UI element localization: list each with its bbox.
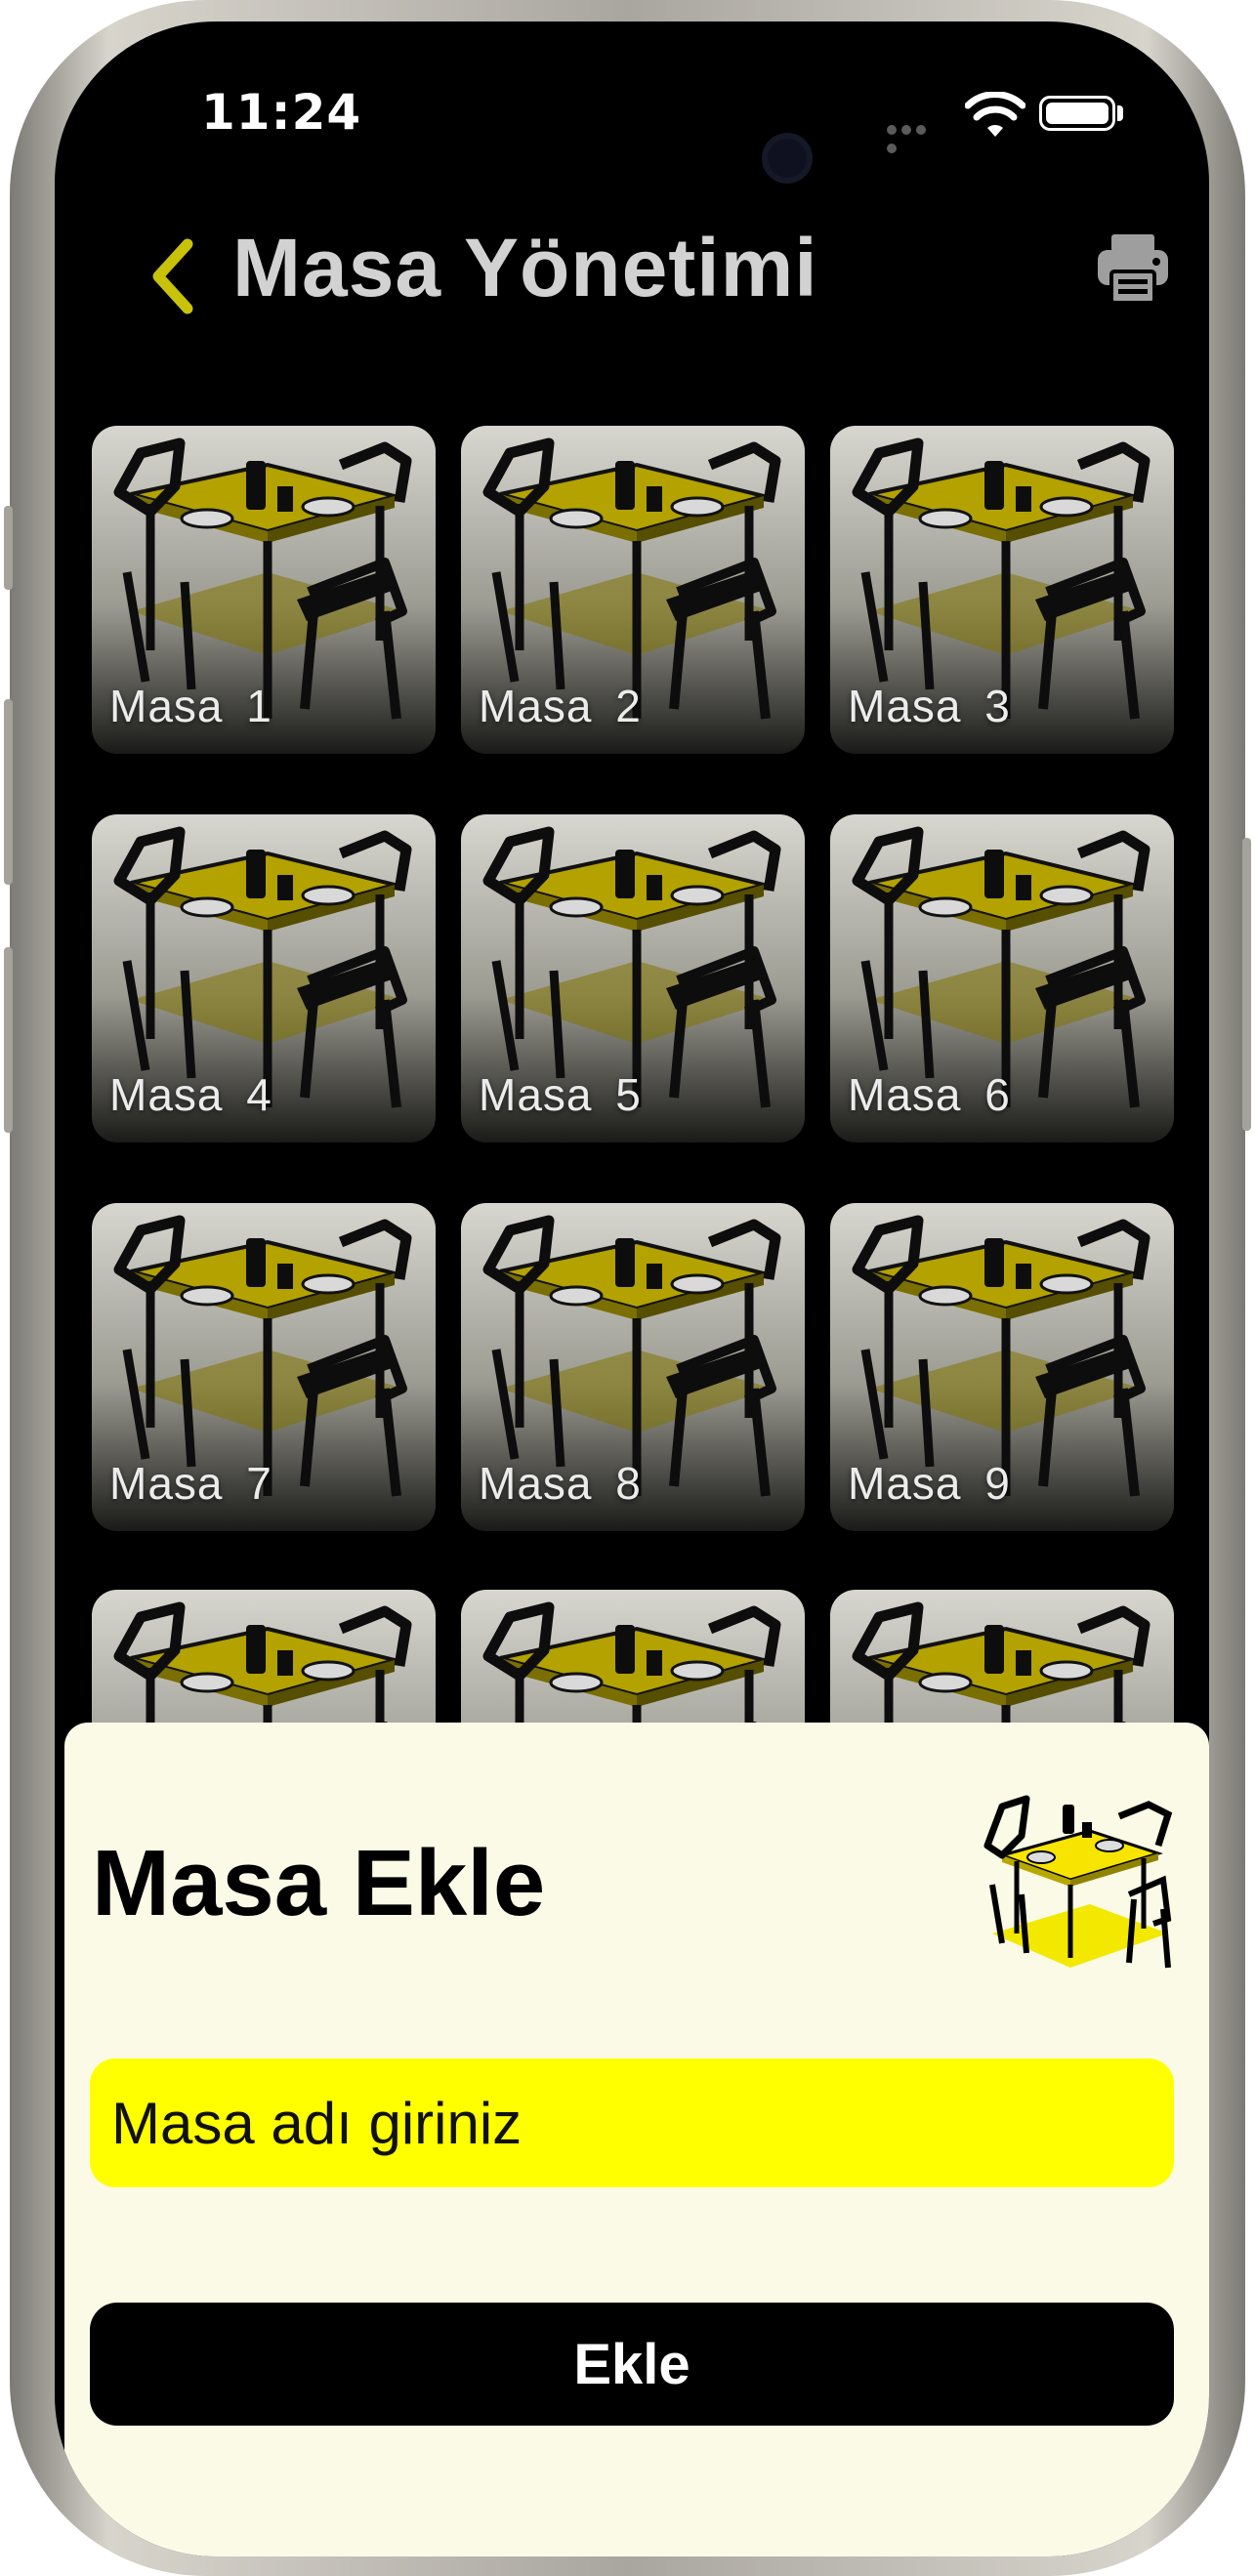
- printer-icon[interactable]: [1094, 229, 1172, 307]
- table-card[interactable]: Masa 7: [92, 1203, 436, 1531]
- table-card-label: Masa 9: [848, 1458, 1011, 1509]
- table-name-input[interactable]: [90, 2058, 1174, 2187]
- table-card-label: Masa 1: [109, 681, 272, 731]
- table-card-label: Masa 8: [479, 1458, 642, 1509]
- signal-dots-icon: [887, 120, 943, 153]
- table-card[interactable]: Masa 8: [461, 1203, 805, 1531]
- screen: 11:24 Masa Yönetimi Masa 1 Masa 2 Masa 3…: [55, 21, 1209, 2556]
- table-card[interactable]: Masa 5: [461, 814, 805, 1143]
- table-card-label: Masa 5: [479, 1069, 642, 1120]
- action-button: [4, 506, 13, 590]
- back-chevron-icon[interactable]: [141, 232, 209, 320]
- sheet-title: Masa Ekle: [92, 1831, 546, 1935]
- battery-tip: [1117, 105, 1123, 121]
- page-title: Masa Yönetimi: [232, 222, 818, 313]
- table-card[interactable]: Masa 1: [92, 426, 436, 754]
- wifi-icon: [965, 92, 1025, 137]
- table-card[interactable]: Masa 2: [461, 426, 805, 754]
- front-camera: [762, 133, 813, 184]
- phone-frame: 11:24 Masa Yönetimi Masa 1 Masa 2 Masa 3…: [4, 0, 1251, 2576]
- table-card-label: Masa 4: [109, 1069, 272, 1120]
- volume-up-button: [4, 699, 13, 885]
- table-card[interactable]: Masa 9: [830, 1203, 1174, 1531]
- table-card-label: Masa 3: [848, 681, 1011, 731]
- table-card[interactable]: Masa 6: [830, 814, 1174, 1143]
- table-card[interactable]: Masa 4: [92, 814, 436, 1143]
- status-time: 11:24: [201, 84, 362, 141]
- dining-table-illustration: [983, 1795, 1173, 1969]
- add-table-button[interactable]: Ekle: [90, 2303, 1174, 2426]
- add-table-sheet: Masa Ekle Ekle: [64, 1723, 1209, 2556]
- volume-down-button: [4, 947, 13, 1133]
- battery-icon: [1039, 96, 1115, 131]
- table-card-label: Masa 7: [109, 1458, 272, 1509]
- table-card-label: Masa 2: [479, 681, 642, 731]
- power-button: [1242, 838, 1251, 1131]
- table-card-label: Masa 6: [848, 1069, 1011, 1120]
- table-card[interactable]: Masa 3: [830, 426, 1174, 754]
